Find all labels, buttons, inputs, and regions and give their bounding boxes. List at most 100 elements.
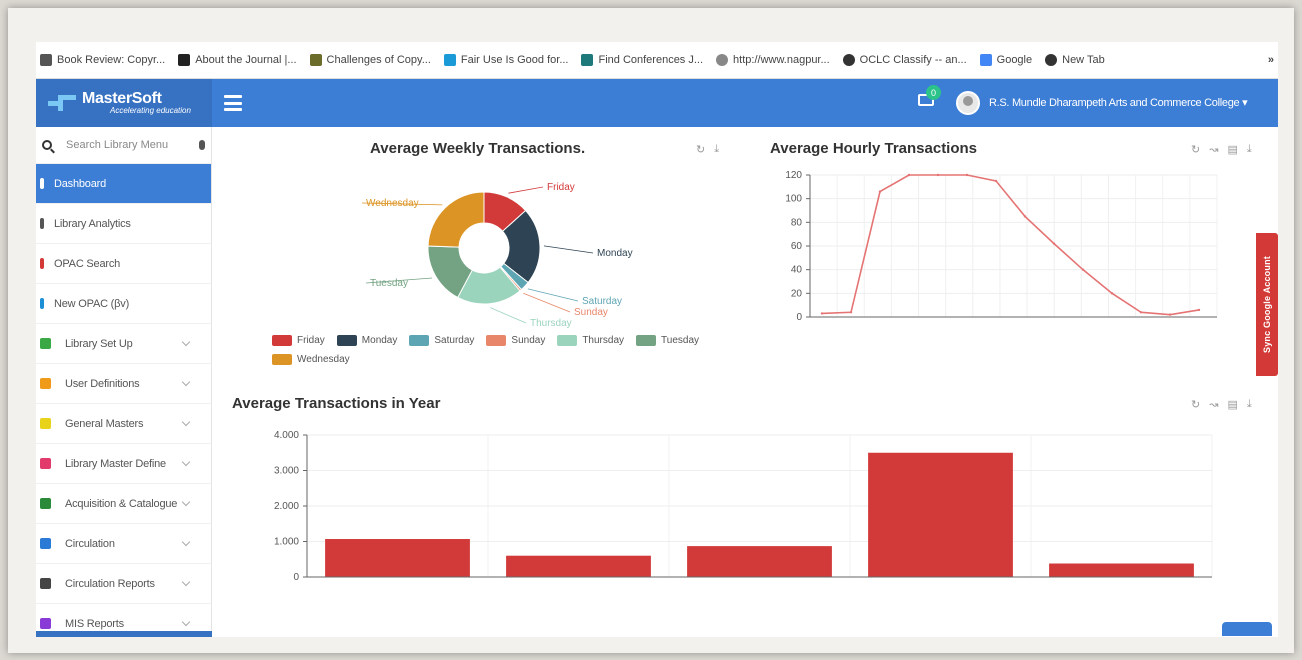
legend-item[interactable]: Friday	[272, 335, 325, 346]
bar[interactable]	[325, 539, 470, 577]
bar[interactable]	[506, 555, 651, 577]
bar-chart-icon[interactable]: ▤	[1227, 398, 1237, 411]
bookmark-item[interactable]: Find Conferences J...	[581, 54, 703, 66]
data-point[interactable]	[1052, 242, 1056, 245]
sidebar-item-circulation[interactable]: Circulation	[36, 524, 211, 564]
college-name-dropdown[interactable]: R.S. Mundle Dharampeth Arts and Commerce…	[989, 96, 1248, 109]
document-icon	[309, 54, 322, 66]
more-bookmarks-button[interactable]: »	[1268, 54, 1274, 66]
bar[interactable]	[868, 452, 1013, 577]
sidebar-item-dashboard[interactable]: Dashboard	[36, 164, 211, 204]
y-tick-label: 4.000	[274, 430, 299, 441]
y-tick-label: 80	[791, 217, 803, 228]
data-point[interactable]	[1023, 215, 1027, 218]
menu-item-icon	[40, 218, 44, 229]
refresh-icon[interactable]: ↻	[1191, 398, 1200, 411]
sidebar-item-acquisition-catalogue[interactable]: Acquisition & Catalogue	[36, 484, 211, 524]
sync-google-account-tab[interactable]: Sync Google Account	[1256, 233, 1278, 376]
bookmark-item[interactable]: Google	[979, 54, 1032, 66]
slice-label-line	[527, 288, 579, 302]
user-avatar[interactable]	[956, 91, 980, 115]
legend-swatch	[486, 335, 507, 346]
dashboard-content: Average Weekly Transactions. ↻ ⤓ Friday M…	[212, 127, 1278, 637]
bookmark-label: Fair Use Is Good for...	[460, 54, 569, 66]
globe-icon	[1045, 54, 1058, 66]
weekly-legend: Friday Monday Saturday Sunday Thursday Tuesda…	[272, 335, 712, 373]
data-point[interactable]	[1168, 313, 1172, 316]
bookmark-item[interactable]: About the Journal |...	[178, 54, 297, 66]
microphone-icon[interactable]	[199, 140, 205, 150]
bookmark-item[interactable]: Fair Use Is Good for...	[443, 54, 569, 66]
chevron-down-icon	[181, 497, 191, 507]
bookmark-item[interactable]: OCLC Classify -- an...	[842, 54, 967, 66]
bar[interactable]	[1049, 563, 1194, 577]
menu-toggle-icon[interactable]	[224, 95, 242, 111]
brand-tagline: Accelerating education	[110, 106, 191, 115]
legend-label: Sunday	[511, 335, 546, 346]
sidebar-item-library-set-up[interactable]: Library Set Up	[36, 324, 211, 364]
sidebar: Search Library Menu Dashboard Library Ana…	[36, 127, 212, 637]
data-point[interactable]	[907, 173, 911, 177]
download-icon[interactable]: ⤓	[1247, 143, 1252, 156]
slice-label: Saturday	[582, 296, 622, 307]
sidebar-search[interactable]: Search Library Menu	[36, 127, 211, 164]
data-point[interactable]	[878, 190, 882, 193]
bar-chart-icon[interactable]: ▤	[1227, 143, 1237, 156]
chevron-down-icon	[181, 337, 191, 347]
sidebar-item-new-opac-v[interactable]: New OPAC (βv)	[36, 284, 211, 324]
brand-name: MasterSoft	[82, 90, 162, 107]
download-icon[interactable]: ⤓	[714, 143, 719, 156]
legend-item[interactable]: Thursday	[557, 335, 624, 346]
data-point[interactable]	[965, 173, 969, 177]
bar[interactable]	[687, 546, 832, 577]
line-chart-icon[interactable]: ↝	[1209, 398, 1218, 411]
bookmark-item[interactable]: Challenges of Copy...	[309, 54, 431, 66]
search-input[interactable]: Search Library Menu	[66, 139, 168, 151]
slice-label: Tuesday	[370, 278, 408, 289]
chevron-down-icon	[181, 537, 191, 547]
donut-slice-wednesday[interactable]	[427, 191, 485, 248]
sidebar-item-general-masters[interactable]: General Masters	[36, 404, 211, 444]
legend-label: Thursday	[582, 335, 625, 346]
yearly-toolbox: ↻ ↝ ▤ ⤓	[1182, 398, 1252, 411]
bookmark-item[interactable]: New Tab	[1045, 54, 1105, 66]
brand-logo[interactable]: MasterSoft Accelerating education	[36, 79, 212, 127]
menu-item-icon	[40, 618, 51, 629]
chat-button[interactable]	[1222, 622, 1272, 636]
sidebar-item-library-analytics[interactable]: Library Analytics	[36, 204, 211, 244]
download-icon[interactable]: ⤓	[1247, 398, 1252, 411]
legend-item[interactable]: Saturday	[409, 335, 474, 346]
slice-label: Friday	[547, 182, 575, 193]
legend-item[interactable]: Sunday	[486, 335, 545, 346]
menu-item-icon	[40, 258, 44, 269]
legend-swatch	[272, 354, 292, 365]
data-point[interactable]	[1110, 292, 1114, 295]
data-point[interactable]	[849, 311, 853, 314]
data-point[interactable]	[936, 173, 940, 177]
data-point[interactable]	[1081, 268, 1085, 271]
legend-swatch	[272, 335, 292, 346]
legend-item[interactable]: Monday	[336, 335, 397, 346]
bookmark-item[interactable]: Book Review: Copyr...	[40, 54, 165, 66]
line-chart-icon[interactable]: ↝	[1209, 143, 1218, 156]
data-point[interactable]	[994, 179, 998, 183]
sidebar-item-library-master-define[interactable]: Library Master Define	[36, 444, 211, 484]
sidebar-item-opac-search[interactable]: OPAC Search	[36, 244, 211, 284]
data-point[interactable]	[1197, 308, 1201, 312]
bookmark-icon	[40, 54, 52, 66]
refresh-icon[interactable]: ↻	[696, 143, 705, 156]
data-point[interactable]	[820, 312, 824, 315]
sidebar-item-user-definitions[interactable]: User Definitions	[36, 364, 211, 404]
legend-item[interactable]: Tuesday	[636, 335, 699, 346]
y-tick-label: 60	[791, 241, 803, 252]
yearly-bar-chart: 0 1.000 2.000 3.000 4.000	[274, 430, 1213, 583]
bookmark-item[interactable]: http://www.nagpur...	[716, 54, 830, 66]
legend-item[interactable]: Wednesday	[272, 354, 350, 365]
chevron-down-icon	[181, 377, 191, 387]
chevron-down-icon	[181, 617, 191, 627]
refresh-icon[interactable]: ↻	[1191, 143, 1200, 156]
data-point[interactable]	[1139, 311, 1143, 314]
sidebar-item-label: Circulation	[65, 537, 115, 550]
y-tick-label: 20	[791, 288, 803, 299]
sidebar-item-circulation-reports[interactable]: Circulation Reports	[36, 564, 211, 604]
